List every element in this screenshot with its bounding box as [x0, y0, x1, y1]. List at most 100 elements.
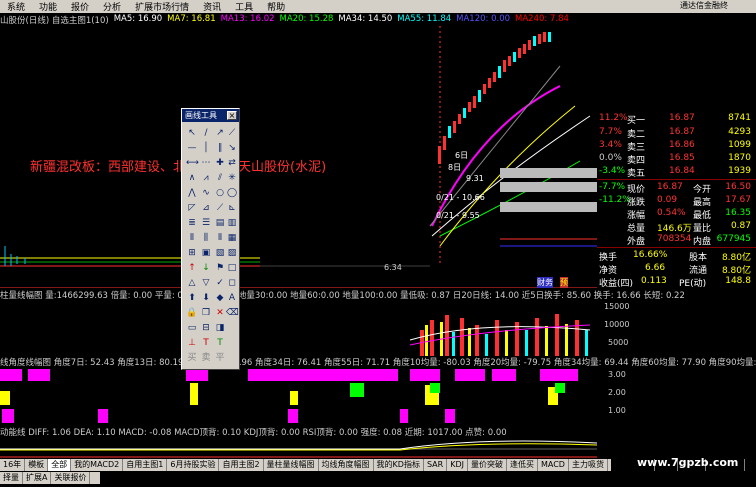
- bottom-panel-tabs: 择量 扩展A 关联报价: [0, 472, 100, 484]
- tab-select-volume[interactable]: 择量: [0, 472, 23, 484]
- angle-chart[interactable]: [0, 367, 597, 425]
- chart-label-931: 9.31: [466, 174, 484, 183]
- rectangle-icon[interactable]: □: [226, 262, 238, 274]
- tab-16y[interactable]: 16年: [0, 459, 26, 471]
- tab-accumulation[interactable]: 主力吸货: [569, 459, 608, 471]
- tab-main-chart-2[interactable]: 自用主图2: [219, 459, 264, 471]
- bars-icon[interactable]: ▦: [226, 232, 238, 244]
- tab-sar[interactable]: SAR: [424, 459, 448, 471]
- menu-system[interactable]: 系统: [0, 0, 32, 13]
- stripes-icon[interactable]: ▨: [226, 247, 238, 259]
- percent-line-icon[interactable]: ☰: [200, 217, 212, 229]
- parallel-line-icon[interactable]: ∥: [214, 142, 226, 154]
- extended-line-icon[interactable]: ⟋: [226, 127, 238, 139]
- lock-icon[interactable]: 🔒: [186, 307, 198, 319]
- triangle-icon[interactable]: ◸: [186, 202, 198, 214]
- check-icon[interactable]: ✓: [214, 277, 226, 289]
- dot-line-icon[interactable]: ⋯: [200, 157, 212, 169]
- tab-volume-bars[interactable]: 量柱量线幅图: [264, 459, 319, 471]
- triangle-down-icon[interactable]: ▽: [200, 277, 212, 289]
- ray-line-icon[interactable]: ↗: [214, 127, 226, 139]
- sell-text-icon[interactable]: 卖: [200, 352, 212, 364]
- ask-vol: 1939: [728, 166, 751, 176]
- eraser-icon[interactable]: ⌫: [226, 307, 239, 319]
- tab-macd[interactable]: MACD: [538, 459, 569, 471]
- square-icon[interactable]: ◻: [226, 277, 238, 289]
- up-marker-icon[interactable]: ⬆: [186, 292, 198, 304]
- channel-icon[interactable]: ⫽: [214, 172, 226, 184]
- hline-arrow-icon[interactable]: ⟷: [186, 157, 199, 169]
- forecast-badge[interactable]: 预: [560, 277, 568, 288]
- macd-chart[interactable]: [0, 437, 611, 459]
- palette-icon[interactable]: ◨: [214, 322, 226, 334]
- buy-text-icon[interactable]: 买: [186, 352, 198, 364]
- tab-extension-a[interactable]: 扩展A: [23, 472, 52, 484]
- close-icon[interactable]: ×: [227, 111, 237, 120]
- vertical-line-icon[interactable]: │: [200, 142, 212, 154]
- band-line-icon[interactable]: ▤: [214, 217, 226, 229]
- tab-my-kd[interactable]: 我的KD指标: [374, 459, 424, 471]
- text-icon[interactable]: A: [226, 292, 238, 304]
- down-arrow-icon[interactable]: ↓: [200, 262, 212, 274]
- cross-icon[interactable]: ✚: [214, 157, 226, 169]
- tab-dip-buy[interactable]: 逢低买: [507, 459, 538, 471]
- grid-icon[interactable]: ⊞: [186, 247, 198, 259]
- flag-icon[interactable]: ⚑: [214, 262, 226, 274]
- tab-all[interactable]: 全部: [48, 459, 72, 471]
- up-wave-icon[interactable]: ∧: [186, 172, 198, 184]
- tab-kdj[interactable]: KDJ: [447, 459, 468, 471]
- arrow-line-icon[interactable]: ↘: [226, 142, 238, 154]
- triangle-up-icon[interactable]: △: [186, 277, 198, 289]
- finance-badge[interactable]: 财务: [537, 277, 553, 288]
- period-line-icon[interactable]: ▥: [226, 217, 238, 229]
- flat-text-icon[interactable]: 平: [214, 352, 226, 364]
- menu-extended-market[interactable]: 扩展市场行情: [128, 0, 196, 13]
- horizontal-line-icon[interactable]: —: [186, 142, 198, 154]
- menu-function[interactable]: 功能: [32, 0, 64, 13]
- fib-time-icon[interactable]: ⫼: [200, 232, 212, 244]
- hatch-icon[interactable]: ▧: [214, 247, 226, 259]
- tab-main-chart-1[interactable]: 自用主图1: [123, 459, 168, 471]
- line-segment-icon[interactable]: /: [200, 127, 212, 139]
- sell-marker-icon[interactable]: T: [214, 337, 226, 349]
- tab-breakout[interactable]: 量价突破: [468, 459, 507, 471]
- delete-icon[interactable]: ✕: [214, 307, 226, 319]
- copy-icon[interactable]: ❐: [200, 307, 212, 319]
- volume-chart[interactable]: [0, 300, 597, 356]
- tab-my-macd2[interactable]: 我的MACD2: [71, 459, 124, 471]
- buy-marker-icon[interactable]: ⊥: [186, 337, 198, 349]
- cycle-line-icon[interactable]: ⫴: [214, 232, 226, 244]
- zigzag-icon[interactable]: ⩘: [200, 172, 212, 184]
- tab-june-holding[interactable]: 6月持股实验: [167, 459, 220, 471]
- tab-ma-angle[interactable]: 均线角度幅图: [319, 459, 374, 471]
- drawing-toolbox[interactable]: 画线工具 × ↖ / ↗ ⟋ — │ ∥ ↘ ⟷ ⋯ ✚ ⇄ ∧ ⩘ ⫽ ✳ ⋀…: [181, 108, 240, 370]
- tab-related-quotes[interactable]: 关联报价: [51, 472, 91, 484]
- tab-template[interactable]: 模板: [25, 459, 49, 471]
- menu-news[interactable]: 资讯: [196, 0, 228, 13]
- stat-value: 148.8: [725, 276, 751, 286]
- up-arrow-icon[interactable]: ↑: [186, 262, 198, 274]
- ellipse-icon[interactable]: ◯: [226, 187, 238, 199]
- menu-tools[interactable]: 工具: [228, 0, 260, 13]
- time-zone-icon[interactable]: ⦀: [186, 232, 198, 244]
- circle-icon[interactable]: ○: [214, 187, 226, 199]
- gold-ratio-icon[interactable]: ≣: [186, 217, 198, 229]
- wave-icon[interactable]: ∿: [200, 187, 212, 199]
- mountain-icon[interactable]: ⋀: [186, 187, 198, 199]
- t-marker-icon[interactable]: T: [200, 337, 212, 349]
- fan-icon[interactable]: ✳: [226, 172, 238, 184]
- angle-axis-label: 1.00: [608, 406, 626, 415]
- fib-fan-icon[interactable]: ⊾: [226, 202, 238, 214]
- gann-icon[interactable]: ⊿: [200, 202, 212, 214]
- price-tag-icon[interactable]: ◆: [214, 292, 226, 304]
- box-icon[interactable]: ▣: [200, 247, 212, 259]
- layout-icon[interactable]: ⊟: [200, 322, 212, 334]
- chart-panel-icon[interactable]: ▭: [186, 322, 198, 334]
- speed-line-icon[interactable]: ⟋: [214, 202, 226, 214]
- double-arrow-icon[interactable]: ⇄: [226, 157, 238, 169]
- menu-quote[interactable]: 报价: [64, 0, 96, 13]
- select-arrow-icon[interactable]: ↖: [186, 127, 198, 139]
- menu-help[interactable]: 帮助: [260, 0, 292, 13]
- down-marker-icon[interactable]: ⬇: [200, 292, 212, 304]
- menu-analysis[interactable]: 分析: [96, 0, 128, 13]
